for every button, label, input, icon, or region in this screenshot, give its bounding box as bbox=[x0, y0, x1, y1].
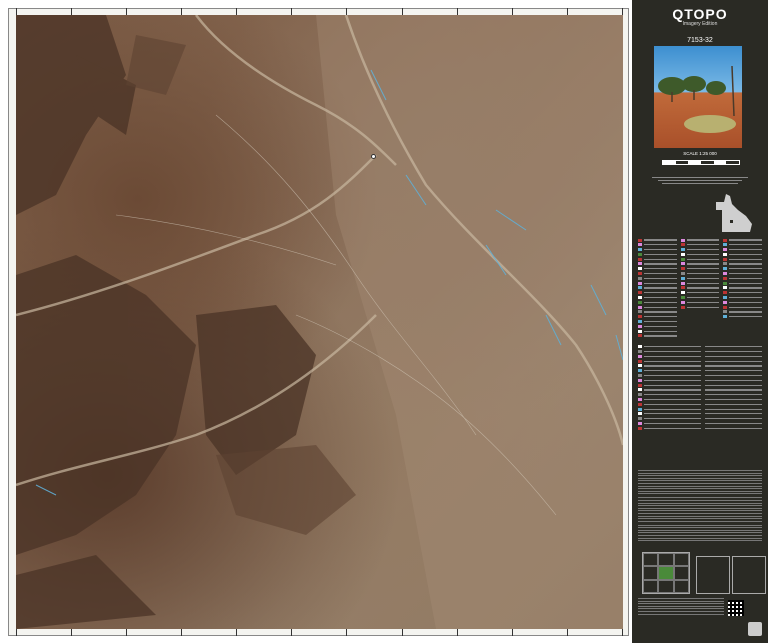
location-dot-icon[interactable] bbox=[371, 154, 376, 159]
scale-bar bbox=[662, 160, 740, 165]
rugged-ranges bbox=[16, 15, 316, 629]
declination-diagram bbox=[732, 556, 766, 594]
copyright-text bbox=[638, 598, 724, 616]
brand-title: QTOPO bbox=[672, 6, 728, 22]
satellite-imagery-map[interactable] bbox=[16, 15, 623, 629]
bottom-graticule-ticks bbox=[16, 629, 623, 636]
sheet-number: 7153-32 bbox=[687, 37, 713, 44]
datum-notes bbox=[652, 176, 748, 186]
disclaimer-text bbox=[638, 470, 762, 543]
map-legend bbox=[638, 238, 763, 431]
qr-code-icon[interactable] bbox=[728, 600, 744, 616]
edition-label: Imagery Edition bbox=[682, 21, 718, 27]
queensland-outline-icon bbox=[716, 194, 752, 232]
outback-landscape-photo bbox=[654, 46, 742, 148]
scale-label: SCALE 1:25 000 bbox=[683, 151, 717, 156]
map-info-panel: QTOPO Imagery Edition 7153-32 SCALE 1:25… bbox=[632, 0, 768, 643]
top-graticule-ticks bbox=[16, 8, 623, 15]
queensland-government-crest-icon bbox=[748, 622, 762, 636]
folding-diagram bbox=[696, 556, 730, 594]
terrain-overlay bbox=[16, 15, 623, 629]
sheet-index-grid bbox=[642, 552, 690, 594]
plains bbox=[316, 15, 623, 629]
